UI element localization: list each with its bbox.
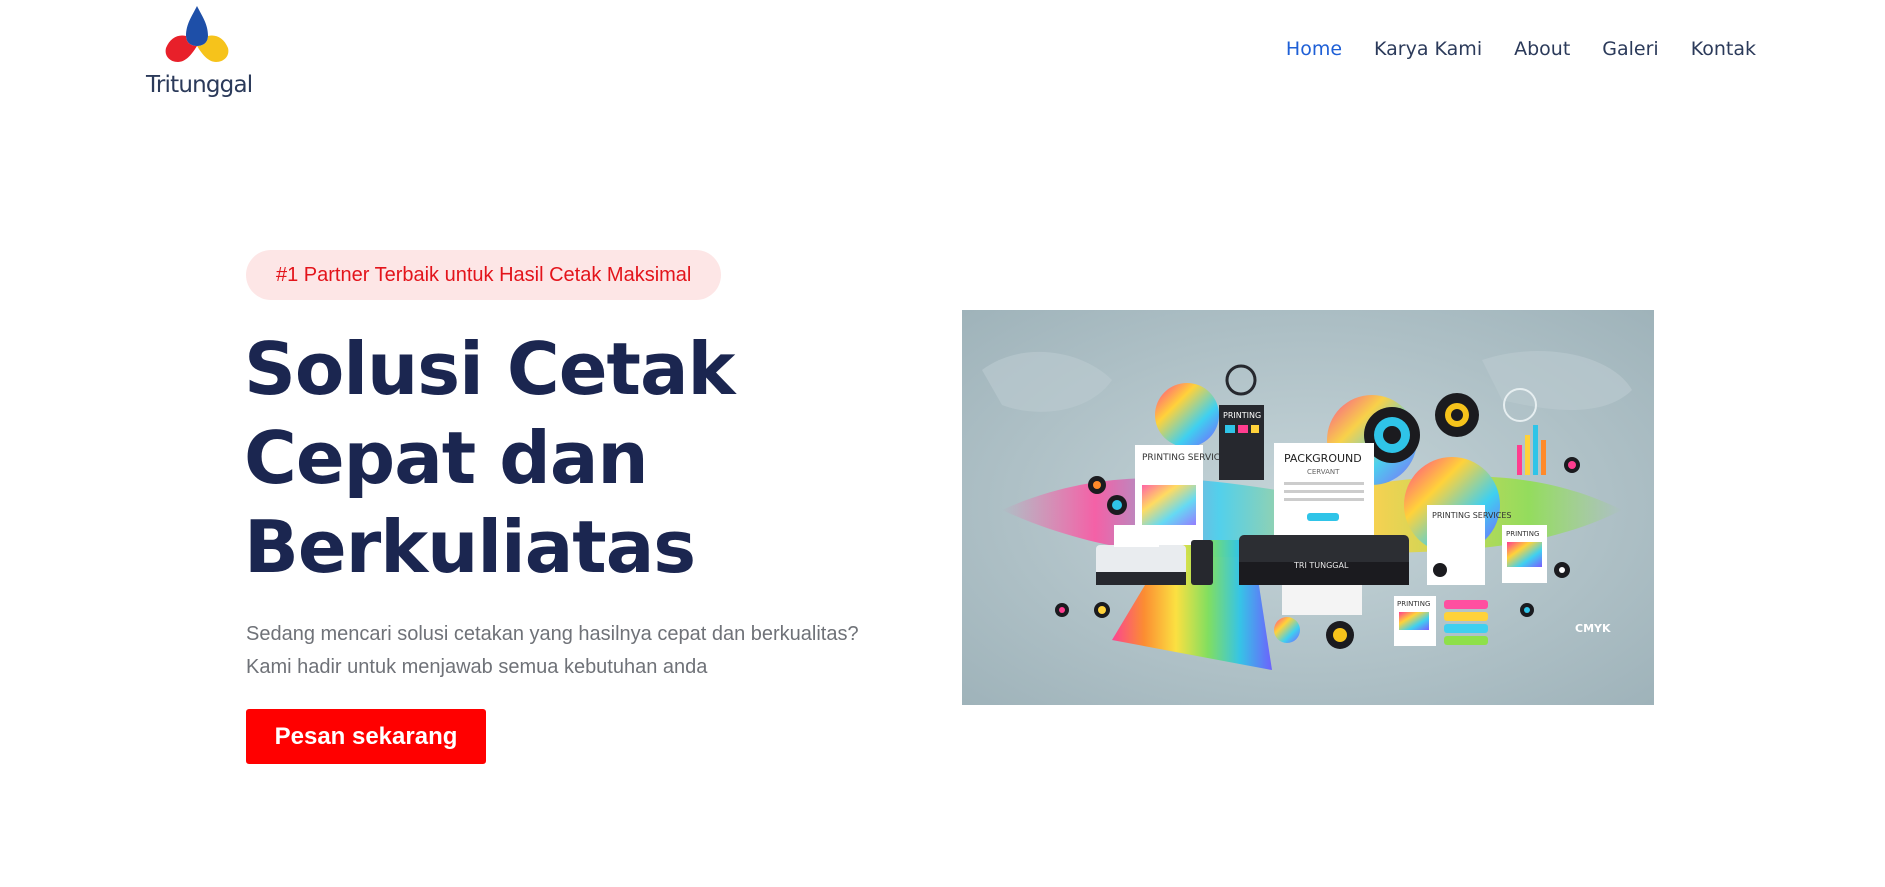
image-label: PRINTING	[1223, 411, 1261, 420]
logo-text: Tritunggal	[146, 72, 253, 98]
image-label: PRINTING	[1506, 530, 1539, 538]
nav-kontak[interactable]: Kontak	[1691, 38, 1756, 60]
nav-karya-kami[interactable]: Karya Kami	[1374, 38, 1482, 60]
image-label: PRINTING SERVICES	[1142, 453, 1232, 463]
hero-title-line: Cepat dan	[244, 416, 649, 500]
image-label: CERVANT	[1307, 468, 1340, 476]
image-label: TRI TUNGGAL	[1293, 561, 1349, 570]
image-label: PRINTING	[1397, 600, 1430, 608]
hero-desc-line: Sedang mencari solusi cetakan yang hasil…	[246, 623, 859, 645]
image-label: PACKGROUND	[1284, 452, 1362, 465]
hero-title-line: Solusi Cetak	[244, 327, 735, 411]
nav-galeri[interactable]: Galeri	[1602, 38, 1658, 60]
hero-description: Sedang mencari solusi cetakan yang hasil…	[246, 618, 886, 684]
image-label: PRINTING SERVICES	[1432, 511, 1512, 520]
hero-printing-illustration: PRINTING SERVICES PRINTING PACKGROUND CE…	[962, 310, 1654, 705]
hero-desc-line: Kami hadir untuk menjawab semua kebutuha…	[246, 656, 708, 678]
nav-home[interactable]: Home	[1286, 38, 1342, 60]
site-logo[interactable]: Tritunggal	[146, 4, 253, 100]
hero-badge: #1 Partner Terbaik untuk Hasil Cetak Mak…	[246, 250, 722, 300]
hero-title-line: Berkuliatas	[244, 505, 696, 589]
hero-title: Solusi Cetak Cepat dan Berkuliatas	[244, 325, 804, 592]
order-now-button[interactable]: Pesan sekarang	[246, 709, 486, 764]
nav-about[interactable]: About	[1514, 38, 1570, 60]
image-label: CMYK	[1575, 622, 1611, 635]
main-nav: Home Karya Kami About Galeri Kontak	[1286, 38, 1756, 60]
trinity-logo-icon	[165, 6, 229, 62]
